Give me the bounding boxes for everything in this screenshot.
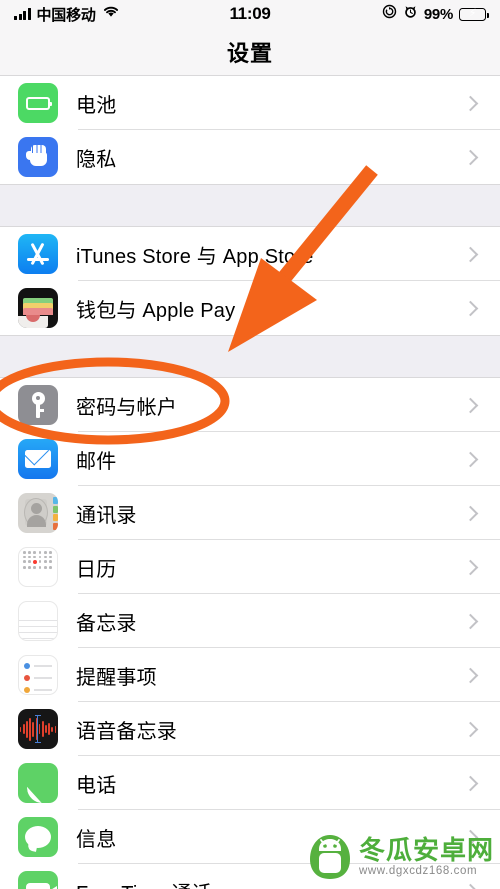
- privacy-hand-icon: [18, 137, 58, 177]
- settings-row-label: 隐私: [76, 148, 117, 171]
- battery-charging-icon: ⚡: [459, 7, 489, 21]
- section-separator: [0, 184, 500, 227]
- settings-row-wallet-apple-pay[interactable]: 钱包与 Apple Pay: [0, 281, 500, 335]
- settings-row-label: 钱包与 Apple Pay: [76, 299, 236, 322]
- chevron-right-icon: [462, 451, 479, 467]
- settings-row-label: 邮件: [76, 450, 117, 473]
- status-bar: 中国移动 11:09 99% ⚡: [0, 0, 500, 28]
- notes-icon: [18, 601, 58, 641]
- watermark-text: 冬瓜安卓网 www.dgxcdz168.com: [358, 834, 494, 878]
- chevron-right-icon: [462, 300, 479, 316]
- passwords-key-icon: [18, 385, 58, 425]
- settings-row-label: 提醒事项: [76, 666, 157, 689]
- settings-row-phone[interactable]: 电话: [0, 756, 500, 810]
- chevron-right-icon: [462, 246, 479, 262]
- settings-row-label: iTunes Store 与 App Store: [76, 245, 314, 268]
- settings-row-label: 通讯录: [76, 504, 137, 527]
- settings-row-label: 密码与帐户: [76, 396, 177, 419]
- settings-row-calendar[interactable]: 日历: [0, 540, 500, 594]
- settings-row-privacy[interactable]: 隐私: [0, 130, 500, 184]
- chevron-right-icon: [462, 667, 479, 683]
- status-bar-right: 99% ⚡: [382, 4, 489, 24]
- chevron-right-icon: [462, 505, 479, 521]
- settings-row-passwords-accounts[interactable]: 密码与帐户: [0, 378, 500, 432]
- settings-row-reminders[interactable]: 提醒事项: [0, 648, 500, 702]
- wallet-icon: [18, 288, 58, 328]
- settings-list: 电池 隐私 iTunes Store 与 App Store 钱包与 Apple…: [0, 76, 500, 889]
- chevron-right-icon: [462, 397, 479, 413]
- chevron-right-icon: [462, 883, 479, 889]
- settings-row-mail[interactable]: 邮件: [0, 432, 500, 486]
- mail-envelope-icon: [18, 439, 58, 479]
- settings-row-contacts[interactable]: 通讯录: [0, 486, 500, 540]
- chevron-right-icon: [462, 613, 479, 629]
- rotation-lock-icon: [382, 4, 397, 24]
- winter-melon-android-mascot-icon: [308, 833, 352, 881]
- facetime-icon: [18, 871, 58, 889]
- watermark: 冬瓜安卓网 www.dgxcdz168.com: [308, 833, 494, 881]
- settings-row-itunes-app-store[interactable]: iTunes Store 与 App Store: [0, 227, 500, 281]
- chevron-right-icon: [462, 559, 479, 575]
- settings-row-notes[interactable]: 备忘录: [0, 594, 500, 648]
- reminders-icon: [18, 655, 58, 695]
- section-separator: [0, 335, 500, 378]
- app-store-icon: [18, 234, 58, 274]
- chevron-right-icon: [462, 775, 479, 791]
- settings-row-label: FaceTime 通话: [76, 877, 212, 889]
- settings-row-label: 信息: [76, 828, 117, 851]
- settings-row-label: 语音备忘录: [76, 720, 177, 743]
- page-title: 设置: [226, 40, 273, 66]
- chevron-right-icon: [462, 95, 479, 111]
- chevron-right-icon: [462, 149, 479, 165]
- battery-percent-label: 99%: [423, 5, 453, 23]
- calendar-icon: [18, 547, 58, 587]
- alarm-clock-icon: [403, 4, 418, 24]
- contacts-icon: [18, 493, 58, 533]
- phone-icon: [18, 763, 58, 803]
- settings-row-label: 电话: [76, 774, 117, 797]
- settings-row-label: 电池: [76, 94, 117, 117]
- voice-memos-icon: [18, 709, 58, 749]
- settings-row-voice-memos[interactable]: 语音备忘录: [0, 702, 500, 756]
- messages-icon: [18, 817, 58, 857]
- watermark-url: www.dgxcdz168.com: [358, 865, 478, 878]
- navigation-bar: 设置: [0, 28, 500, 76]
- watermark-site-name: 冬瓜安卓网: [358, 834, 494, 865]
- chevron-right-icon: [462, 721, 479, 737]
- battery-app-icon: [18, 83, 58, 123]
- settings-row-battery[interactable]: 电池: [0, 76, 500, 130]
- settings-row-label: 备忘录: [76, 612, 137, 635]
- iphone-settings-screen: 中国移动 11:09 99% ⚡ 设置 电池 隐私 iTunes Store 与…: [0, 0, 500, 889]
- settings-row-label: 日历: [76, 558, 117, 581]
